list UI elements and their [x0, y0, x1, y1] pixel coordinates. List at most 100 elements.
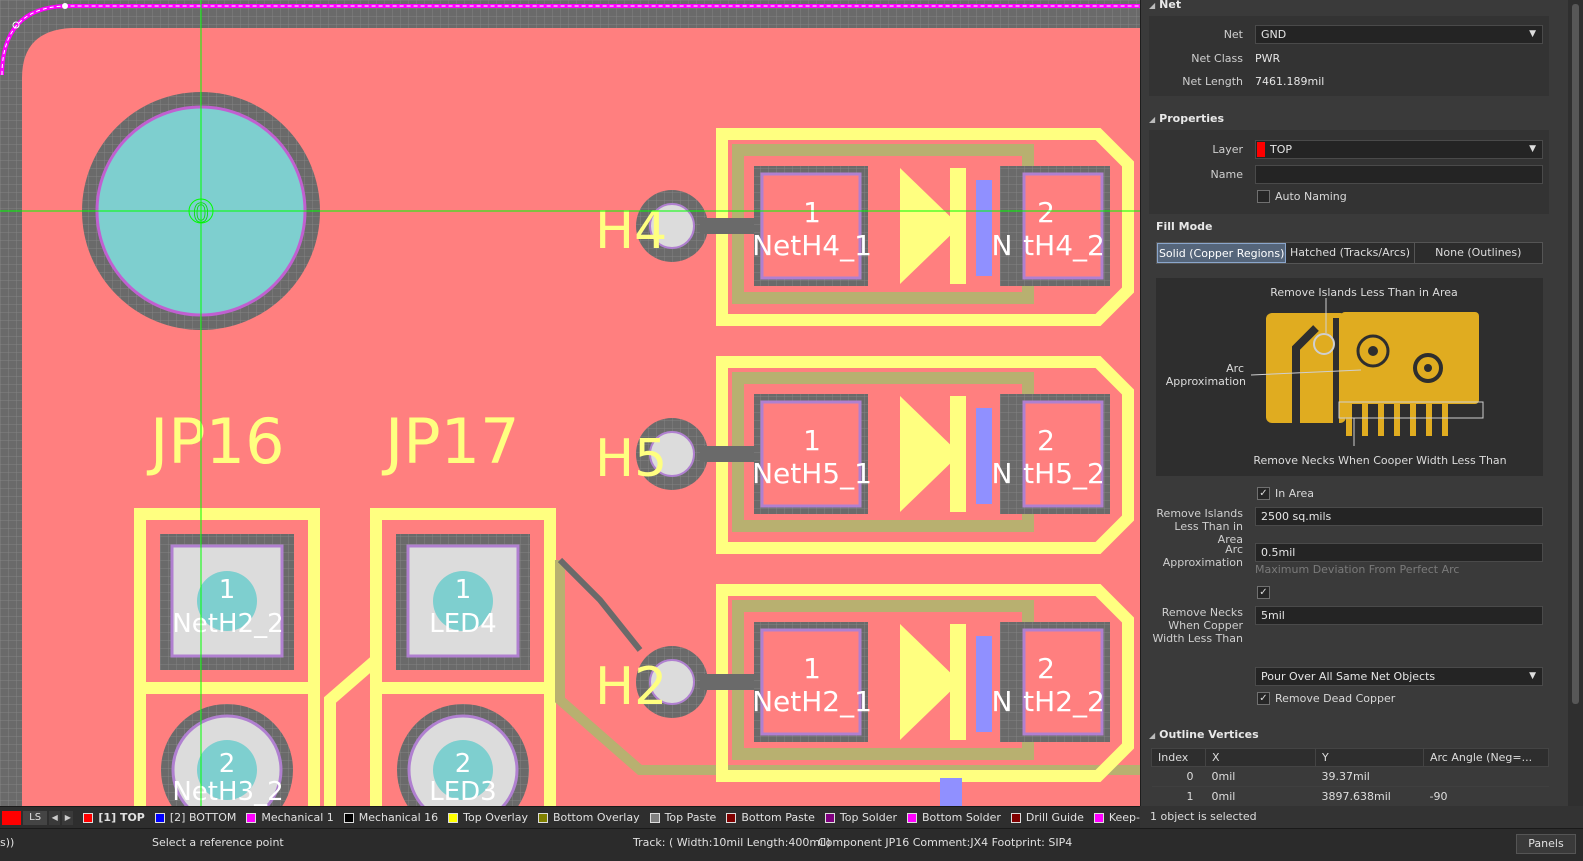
designator-jp17: JP17 — [381, 405, 520, 478]
remove-necks-checkbox[interactable]: ✓ — [1257, 586, 1270, 599]
layer-tab-label: [1] TOP — [98, 811, 145, 824]
col-y-header[interactable]: Y — [1315, 748, 1424, 767]
current-layer-swatch[interactable] — [2, 810, 22, 825]
svg-text:2: 2 — [1037, 652, 1055, 685]
panel-scrollbar[interactable] — [1568, 0, 1583, 828]
svg-text:H5: H5 — [595, 429, 667, 489]
svg-text:1: 1 — [455, 575, 472, 605]
layer-color-swatch — [1010, 812, 1021, 823]
layer-tab[interactable]: Keep- — [1093, 811, 1140, 824]
fill-mode-header: Fill Mode — [1156, 220, 1213, 233]
layer-tab[interactable]: Mechanical 1 — [246, 811, 334, 824]
svg-text:N: N — [992, 685, 1013, 718]
net-section-header[interactable]: ◢ Net — [1149, 0, 1181, 11]
selection-status: 1 object is selected — [1140, 806, 1583, 828]
layer-color-swatch — [1257, 142, 1265, 157]
layer-tab-label: Drill Guide — [1025, 811, 1084, 824]
svg-text:2: 2 — [1037, 196, 1055, 229]
properties-section-header[interactable]: ◢ Properties — [1149, 112, 1224, 125]
net-dropdown[interactable]: GND ▼ — [1255, 25, 1543, 44]
layer-tab[interactable]: Top Overlay — [448, 811, 528, 824]
tab-none[interactable]: None (Outlines) — [1414, 243, 1542, 263]
layer-dropdown[interactable]: TOP ▼ — [1255, 140, 1543, 159]
name-label: Name — [1210, 168, 1243, 181]
designator-jp16: JP16 — [146, 405, 285, 478]
diagram-necks-label: Remove Necks When Cooper Width Less Than — [1253, 454, 1506, 467]
status-left-fragment: s)) — [0, 836, 15, 849]
remove-dead-copper-label: Remove Dead Copper — [1275, 692, 1396, 705]
panels-button[interactable]: Panels — [1516, 834, 1576, 854]
layer-tab-label: Mechanical 16 — [358, 811, 439, 824]
auto-naming-label: Auto Naming — [1275, 190, 1347, 203]
table-header-row: Index X Y Arc Angle (Neg=... — [1151, 748, 1549, 767]
in-area-label: In Area — [1275, 487, 1315, 500]
svg-text:1: 1 — [803, 652, 821, 685]
table-row[interactable]: 1 0mil 3897.638mil -90 — [1151, 786, 1549, 807]
layer-tab[interactable]: [1] TOP — [83, 811, 145, 824]
svg-text:N: N — [992, 457, 1013, 490]
svg-text:1: 1 — [803, 196, 821, 229]
layer-tab[interactable]: Bottom Solder — [907, 811, 1001, 824]
pcb-drawing[interactable]: 0 JP16 JP17 1 NetH2_2 1 LED4 2 NetH3_2 2… — [0, 0, 1140, 806]
remove-islands-input[interactable]: 2500 sq.mils — [1255, 507, 1543, 526]
auto-naming-checkbox[interactable] — [1257, 190, 1270, 203]
table-row[interactable]: 0 0mil 39.37mil — [1151, 766, 1549, 787]
fill-mode-diagram: Remove Islands Less Than in Area Arc App… — [1156, 278, 1543, 476]
status-bar: s)) Select a reference point Track: ( Wi… — [0, 828, 1583, 861]
status-component-info: Component JP16 Comment:JX4 Footprint: SI… — [818, 836, 1073, 849]
status-track-info: Track: ( Width:10mil Length:400mil) — [633, 836, 831, 849]
layer-tab[interactable]: Mechanical 16 — [343, 811, 439, 824]
layer-tab-label: Bottom Overlay — [552, 811, 640, 824]
arc-approx-hint: Maximum Deviation From Perfect Arc — [1255, 563, 1460, 576]
layer-tab-label: Mechanical 1 — [261, 811, 334, 824]
layer-color-swatch — [343, 812, 354, 823]
layer-tab-label: Keep- — [1108, 811, 1140, 824]
chevron-left-icon[interactable]: ◀ — [49, 810, 61, 825]
tab-hatched[interactable]: Hatched (Tracks/Arcs) — [1286, 243, 1415, 263]
svg-text:H2: H2 — [595, 657, 667, 717]
layer-tab[interactable]: Top Solder — [824, 811, 897, 824]
tab-solid[interactable]: Solid (Copper Regions) — [1157, 243, 1287, 263]
svg-text:tH5_2: tH5_2 — [1023, 457, 1105, 490]
layer-tab[interactable]: Drill Guide — [1010, 811, 1084, 824]
layer-color-swatch — [907, 812, 917, 823]
pcb-canvas[interactable]: 0 JP16 JP17 1 NetH2_2 1 LED4 2 NetH3_2 2… — [0, 0, 1140, 806]
arc-approx-input[interactable]: 0.5mil — [1255, 543, 1543, 562]
svg-text:NetH3_2: NetH3_2 — [172, 777, 283, 806]
col-x-header[interactable]: X — [1205, 748, 1316, 767]
svg-text:NetH2_2: NetH2_2 — [172, 609, 283, 639]
net-label: Net — [1223, 28, 1243, 41]
layer-tab[interactable]: [2] BOTTOM — [154, 811, 237, 824]
arc-approx-label: Arc Approximation — [1162, 543, 1243, 569]
svg-text:tH2_2: tH2_2 — [1023, 685, 1105, 718]
name-input[interactable] — [1255, 165, 1543, 184]
svg-text:H4: H4 — [595, 201, 667, 261]
layer-set-button[interactable]: LS — [23, 810, 48, 825]
svg-text:2: 2 — [219, 749, 236, 779]
layer-color-swatch — [1093, 812, 1104, 823]
layer-label: Layer — [1212, 143, 1243, 156]
outline-vertices-header[interactable]: ◢ Outline Vertices — [1149, 728, 1259, 741]
col-index-header[interactable]: Index — [1151, 748, 1206, 767]
in-area-checkbox[interactable]: ✓ — [1257, 487, 1270, 500]
layer-tab[interactable]: Bottom Paste — [726, 811, 815, 824]
svg-text:tH4_2: tH4_2 — [1023, 229, 1105, 262]
svg-text:NetH2_1: NetH2_1 — [752, 685, 872, 718]
pour-over-dropdown[interactable]: Pour Over All Same Net Objects ▼ — [1255, 667, 1543, 686]
layer-tab-label: Top Paste — [664, 811, 717, 824]
layer-tab-label: [2] BOTTOM — [169, 811, 237, 824]
remove-islands-label: Remove Islands Less Than in Area — [1156, 507, 1243, 546]
scrollbar-thumb[interactable] — [1572, 4, 1579, 704]
net-length-label: Net Length — [1182, 75, 1243, 88]
layer-tab-label: Bottom Solder — [922, 811, 1001, 824]
remove-necks-input[interactable]: 5mil — [1255, 606, 1543, 625]
layer-color-swatch — [649, 812, 660, 823]
net-class-value: PWR — [1255, 52, 1281, 65]
chevron-right-icon[interactable]: ▶ — [62, 810, 74, 825]
remove-dead-copper-checkbox[interactable]: ✓ — [1257, 692, 1270, 705]
layer-color-swatch — [448, 812, 459, 823]
layer-tab[interactable]: Bottom Overlay — [537, 811, 640, 824]
layer-tab[interactable]: Top Paste — [649, 811, 717, 824]
col-arc-header[interactable]: Arc Angle (Neg=... — [1423, 748, 1549, 767]
net-class-label: Net Class — [1191, 52, 1243, 65]
